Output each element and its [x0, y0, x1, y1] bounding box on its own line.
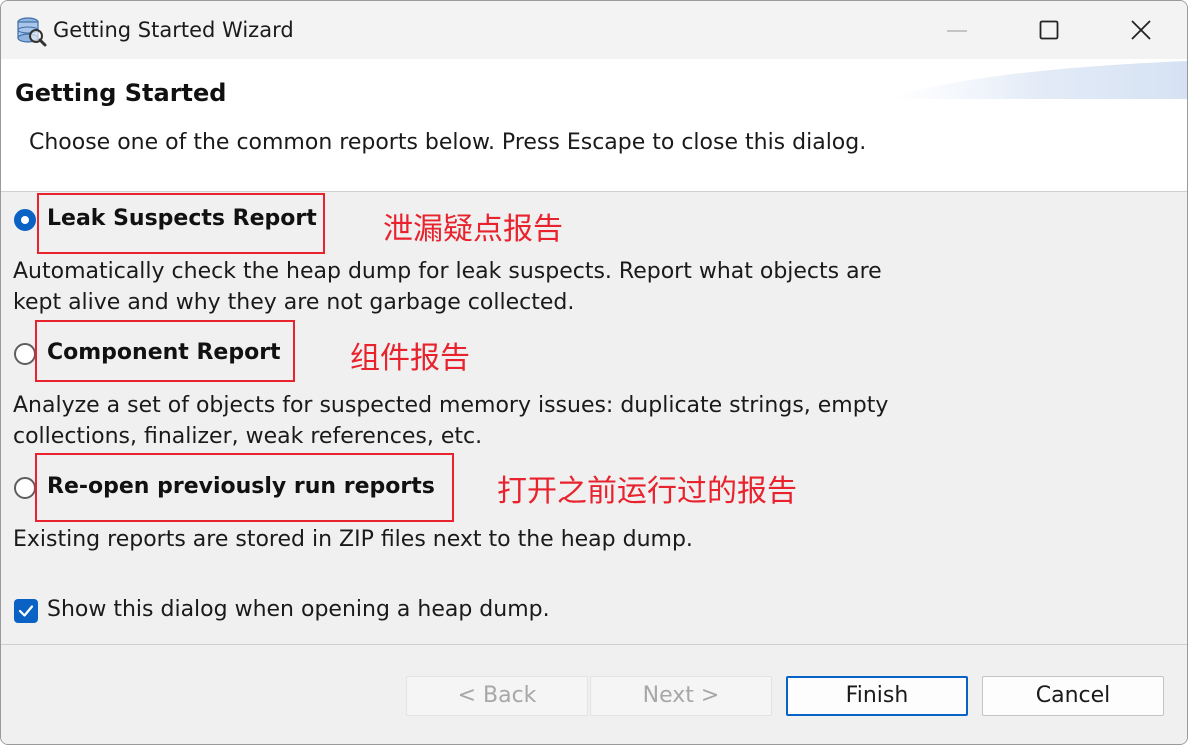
- title-bar[interactable]: Getting Started Wizard: [1, 1, 1187, 59]
- page-description: Choose one of the common reports below. …: [29, 130, 867, 155]
- app-icon: [17, 17, 47, 47]
- wizard-header: Getting Started Choose one of the common…: [1, 59, 1187, 191]
- component-report-radio[interactable]: [14, 343, 36, 365]
- description-line: Analyze a set of objects for suspected m…: [13, 393, 889, 418]
- reopen-reports-radio[interactable]: [14, 477, 36, 499]
- minimize-icon: [947, 30, 967, 32]
- annotation-reopen-reports: 打开之前运行过的报告: [497, 474, 797, 509]
- back-button[interactable]: < Back: [406, 676, 588, 716]
- annotation-box-leak-suspects: [37, 193, 325, 254]
- wizard-window: Getting Started Wizard Getting Started C…: [0, 0, 1188, 745]
- options-panel: Leak Suspects Report 泄漏疑点报告 Automaticall…: [1, 192, 1187, 644]
- maximize-button[interactable]: [1003, 1, 1095, 59]
- close-icon: [1131, 20, 1151, 40]
- cancel-button[interactable]: Cancel: [982, 676, 1164, 716]
- header-decoration: [887, 61, 1187, 99]
- component-report-description: Analyze a set of objects for suspected m…: [13, 390, 888, 452]
- close-button[interactable]: [1095, 1, 1187, 59]
- window-title: Getting Started Wizard: [53, 18, 294, 42]
- page-title: Getting Started: [15, 79, 227, 107]
- description-line: Existing reports are stored in ZIP files…: [13, 527, 693, 552]
- checkmark-icon: [18, 605, 34, 617]
- description-line: kept alive and why they are not garbage …: [13, 290, 575, 315]
- next-button[interactable]: Next >: [590, 676, 772, 716]
- leak-suspects-description: Automatically check the heap dump for le…: [13, 256, 882, 318]
- description-line: Automatically check the heap dump for le…: [13, 259, 882, 284]
- annotation-component-report: 组件报告: [350, 341, 470, 376]
- finish-button[interactable]: Finish: [786, 676, 968, 716]
- reopen-reports-description: Existing reports are stored in ZIP files…: [13, 524, 693, 555]
- description-line: collections, finalizer, weak references,…: [13, 424, 483, 449]
- annotation-box-component-report: [35, 320, 295, 382]
- annotation-leak-suspects: 泄漏疑点报告: [383, 212, 563, 247]
- annotation-box-reopen-reports: [35, 453, 454, 522]
- maximize-icon: [1039, 20, 1059, 40]
- button-bar: < Back Next > Finish Cancel: [1, 645, 1187, 744]
- leak-suspects-radio[interactable]: [14, 209, 36, 231]
- show-dialog-label[interactable]: Show this dialog when opening a heap dum…: [47, 597, 550, 622]
- minimize-button[interactable]: [911, 1, 1003, 59]
- show-dialog-checkbox[interactable]: [14, 599, 38, 623]
